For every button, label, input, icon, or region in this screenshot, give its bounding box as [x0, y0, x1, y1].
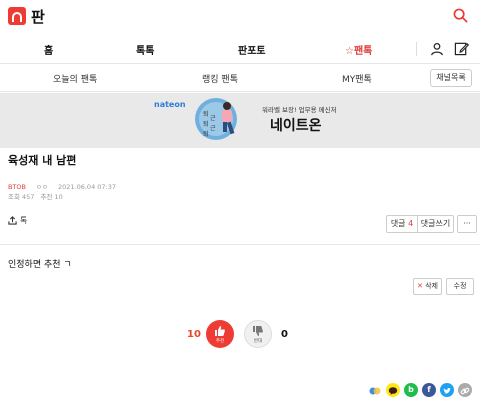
- band-share-button[interactable]: b: [404, 383, 418, 397]
- subnav-my[interactable]: MY팬톡: [342, 72, 372, 85]
- write-icon[interactable]: [454, 41, 469, 56]
- post-nickname: ㅇㅇ: [36, 183, 48, 191]
- post-meta: BTOB ㅇㅇ 2021.06.04 07:37: [8, 181, 126, 191]
- delete-button[interactable]: ✕ 삭제: [413, 278, 442, 295]
- kakao-share-button[interactable]: [386, 383, 400, 397]
- content-divider: [0, 244, 480, 245]
- recommend-label: 추천: [215, 339, 225, 344]
- comments-button[interactable]: 댓글 4: [386, 215, 418, 233]
- edit-button[interactable]: 수정: [446, 278, 474, 295]
- sub-nav: 오늘의 팬톡 랭킹 팬톡 MY팬톡 채널목록: [0, 64, 480, 92]
- banner-art-char-1: 퇴: [203, 110, 209, 118]
- banner-subtitle: 워라벨 보장! 업무용 메신저: [262, 106, 337, 114]
- nav-home[interactable]: 홈: [44, 42, 53, 57]
- write-comment-button[interactable]: 댓글쓰기: [417, 215, 454, 233]
- more-button[interactable]: ···: [457, 215, 477, 233]
- thumbs-up-icon: [215, 326, 225, 336]
- facebook-icon: f: [427, 385, 431, 394]
- post-date: 2021.06.04 07:37: [57, 183, 116, 191]
- post-recommend-stat: 추천 10: [40, 193, 63, 201]
- banner-illustration: 퇴 근 퇴 근 퇴: [195, 98, 237, 140]
- post-title: 육성재 내 남편: [8, 154, 77, 167]
- nateon-share-button[interactable]: [368, 383, 382, 397]
- delete-x-icon: ✕: [417, 282, 423, 290]
- banner-art-char-2: 근: [210, 115, 216, 122]
- oppose-label: 반대: [253, 339, 263, 344]
- nate-logo-icon[interactable]: [8, 7, 26, 25]
- banner-art-char-3: 퇴: [203, 120, 209, 128]
- twitter-share-button[interactable]: [440, 383, 454, 397]
- banner-title: 네이트온: [270, 118, 322, 134]
- link-icon: [460, 387, 470, 395]
- main-nav: 홈 톡톡 판포토 ☆팬톡: [0, 34, 480, 64]
- copy-link-button[interactable]: [458, 383, 472, 397]
- site-title[interactable]: 판: [31, 6, 45, 27]
- post-author[interactable]: BTOB: [8, 183, 26, 191]
- post-stats: 조회 457 추천 10: [8, 191, 69, 201]
- banner-art-char-5: 퇴: [203, 130, 209, 138]
- twitter-icon: [443, 388, 451, 394]
- channel-list-button[interactable]: 채널목록: [430, 69, 472, 87]
- oppose-count: 0: [281, 329, 288, 340]
- ad-banner[interactable]: nateon 퇴 근 퇴 근 퇴 워라벨 보장! 업무용 메신저 네이트온: [0, 93, 480, 148]
- nateon-icon: [369, 387, 381, 395]
- nav-talk[interactable]: 톡톡: [136, 42, 154, 57]
- band-icon: b: [408, 385, 414, 394]
- thumbs-down-icon: [253, 326, 263, 336]
- nav-divider: [416, 42, 417, 56]
- nav-fan-talk[interactable]: ☆팬톡: [345, 42, 372, 57]
- user-icon[interactable]: [430, 42, 444, 56]
- post-body: 인정하면 추천 ㄱ: [8, 260, 72, 270]
- nav-pan-photo[interactable]: 판포토: [238, 42, 266, 57]
- search-icon[interactable]: [453, 8, 468, 23]
- oppose-button[interactable]: 반대: [244, 320, 272, 348]
- subnav-ranking[interactable]: 랭킹 팬톡: [202, 72, 238, 85]
- share-label: 톡: [20, 216, 28, 225]
- post-views: 조회 457: [8, 193, 35, 201]
- facebook-share-button[interactable]: f: [422, 383, 436, 397]
- comments-count: 4: [408, 219, 414, 228]
- kakao-icon: [388, 387, 398, 395]
- recommend-button[interactable]: 추천: [206, 320, 234, 348]
- subnav-today[interactable]: 오늘의 팬톡: [53, 72, 97, 85]
- delete-label: 삭제: [425, 282, 438, 290]
- top-bar: 판: [0, 0, 480, 34]
- comments-label: 댓글: [390, 219, 406, 228]
- recommend-count: 10: [187, 329, 201, 340]
- nateon-brand: nateon: [154, 100, 186, 109]
- share-icon: [8, 216, 17, 225]
- share-button[interactable]: 톡: [8, 215, 27, 226]
- banner-art-char-4: 근: [210, 125, 216, 132]
